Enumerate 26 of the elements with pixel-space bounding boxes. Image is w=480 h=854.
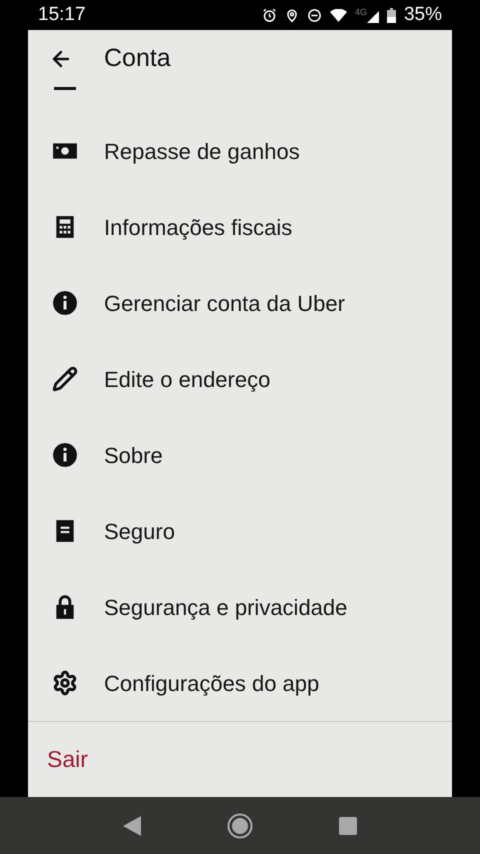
nav-home-icon[interactable] [227,812,253,838]
menu-item[interactable]: Segurança e privacidade [28,569,452,645]
info-icon [52,290,78,316]
pencil-icon [52,366,78,392]
nav-recents-icon[interactable] [339,816,357,834]
menu-item[interactable]: Repasse de ganhos [28,113,452,189]
battery-percent: 35% [404,2,442,27]
do-not-disturb-icon [306,8,322,22]
menu-item[interactable]: Gerenciar conta da Uber [28,265,452,341]
alarm-icon [262,8,277,22]
page-title: Conta [104,43,171,74]
menu-item[interactable]: Configurações do app [28,645,452,721]
info-icon [52,442,78,468]
signal-icon [366,10,379,22]
menu-item[interactable]: Informações fiscais [28,189,452,265]
logout-button[interactable]: Sair [47,742,88,777]
menu-item[interactable]: Seguro [28,493,452,569]
status-time: 15:17 [38,2,86,27]
wifi-icon [330,8,347,22]
network-label: 4G [354,8,367,16]
gear-icon [52,670,78,696]
menu-item[interactable]: Edite o endereço [28,341,452,417]
location-icon [284,8,299,22]
nav-back-icon[interactable] [123,816,141,836]
menu-item[interactable]: Sobre [28,417,452,493]
battery-icon [386,8,396,22]
